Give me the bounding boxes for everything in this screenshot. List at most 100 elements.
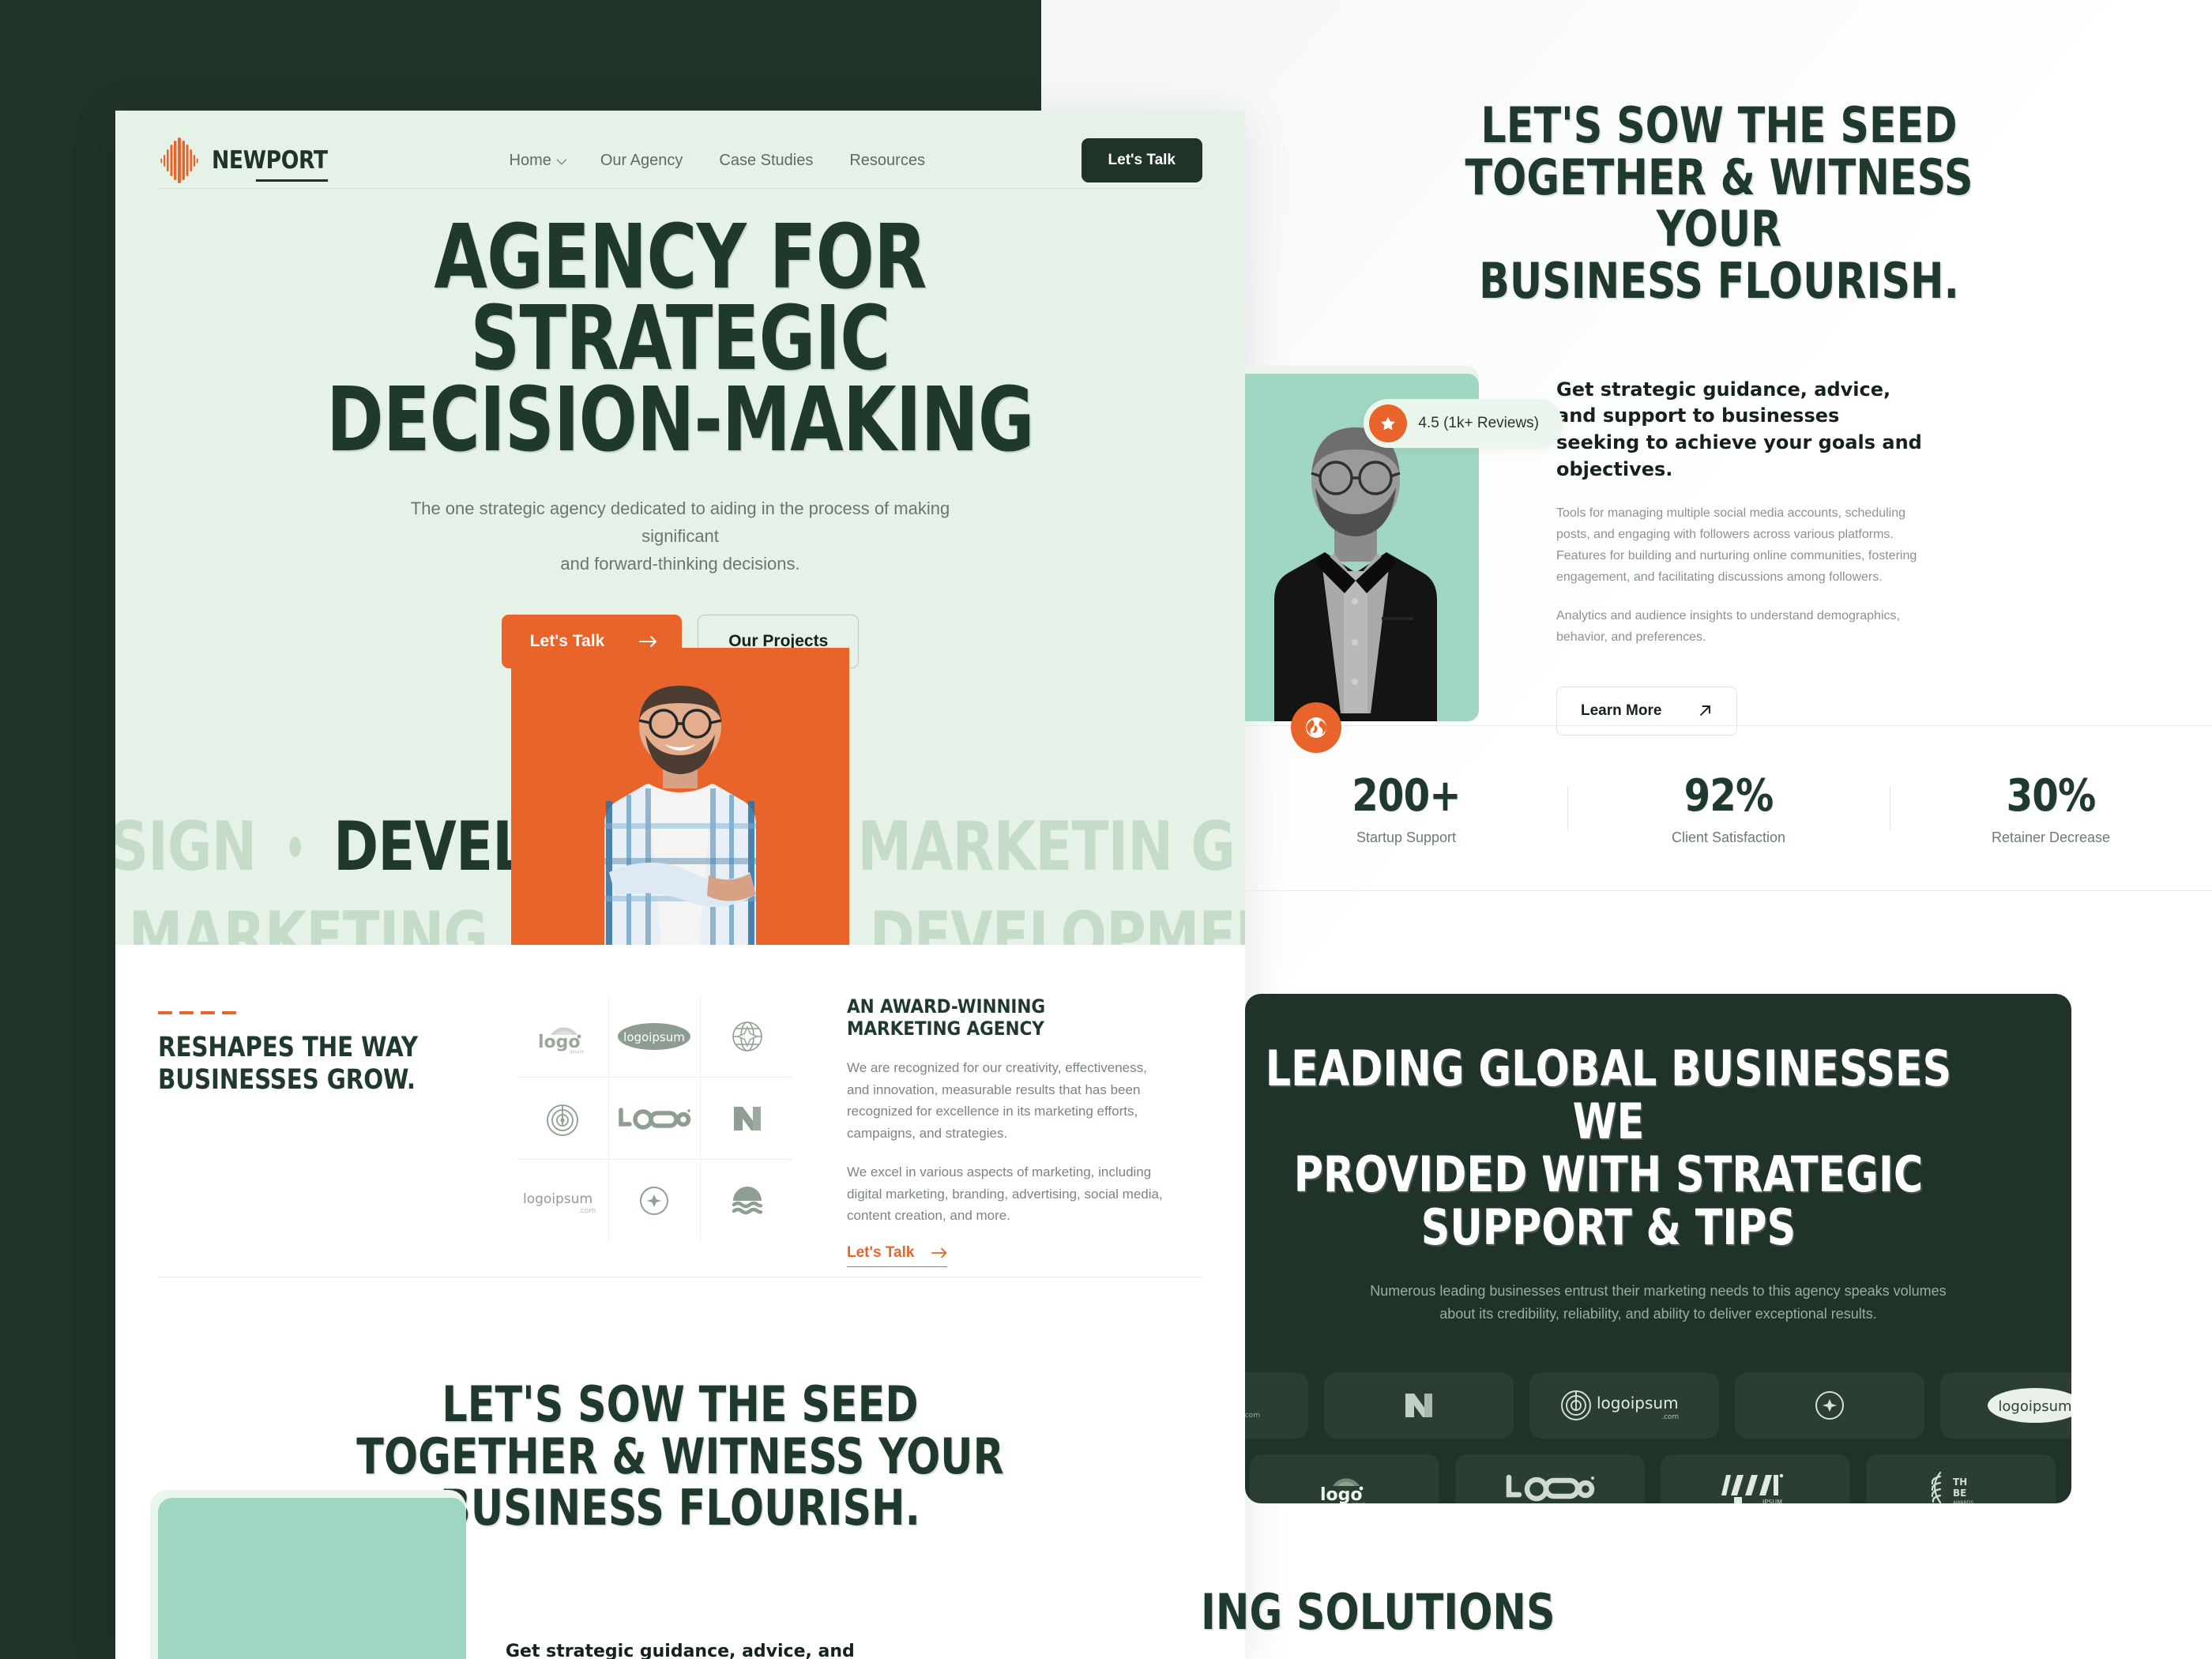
logoipsum-dotcom-wordmark: oipsum .com [1245,1412,1260,1420]
stat-value: 30% [2006,770,2097,822]
partner-logo-cell[interactable]: logoipsum .com [517,1160,609,1242]
svg-text:IPSUM: IPSUM [1762,1499,1782,1503]
page-canvas: NEWPORT Home Our Agency Case Studies Res… [0,0,2212,1659]
dash-icon [222,1011,236,1014]
award-paragraph-1: We are recognized for our creativity, ef… [847,1060,1147,1141]
nav-lets-talk-button[interactable]: Let's Talk [1081,138,1202,182]
award-title: AN AWARD-WINNING MARKETING AGENCY [847,995,1046,1040]
sun-waves-icon [732,1187,762,1215]
hero-subtitle: The one strategic agency dedicated to ai… [388,495,972,578]
partner-logo-cell[interactable]: logo ipsum [517,995,609,1078]
dark-logo-pill[interactable]: logoipsum [1940,1372,2071,1439]
sow-title-line-1: LET'S SOW THE SEED [442,1375,919,1433]
navbar-divider [158,188,1202,189]
partner-logo-cell[interactable] [517,1078,609,1160]
dark-logo-pill[interactable]: oipsum .com [1245,1372,1308,1439]
dark-card-title-line-2: PROVIDED WITH STRATEGIC SUPPORT & TIPS [1293,1145,1924,1256]
partner-logo-cell[interactable] [701,995,793,1078]
left-page-panel: NEWPORT Home Our Agency Case Studies Res… [115,111,1245,1659]
partners-and-award-section: RESHAPES THE WAY BUSINESSES GROW. logo i… [115,945,1245,1277]
rating-badge[interactable]: 4.5 (1k+ Reviews) [1364,398,1563,448]
partner-logo-cell[interactable] [701,1078,793,1160]
spiral-target-icon [546,1104,578,1136]
dark-card-subtitle: Numerous leading businesses entrust thei… [1342,1280,1974,1326]
marquee-word: DESIGN [115,807,257,886]
nav-item-case-studies[interactable]: Case Studies [719,152,813,170]
hero-title-line-1: AGENCY FOR STRATEGIC [434,206,927,391]
stat-label: Client Satisfaction [1671,830,1786,845]
globe-icon [1306,717,1326,738]
partner-logo-cell[interactable] [608,1078,702,1160]
reshapes-heading-line-1: RESHAPES THE WAY [158,1032,418,1063]
nav-item-resources[interactable]: Resources [849,152,925,170]
nav-item-our-agency[interactable]: Our Agency [600,152,683,170]
award-lets-talk-link[interactable]: Let's Talk [847,1243,948,1267]
right-panel-paragraph-1: Tools for managing multiple social media… [1556,506,1917,584]
dark-backdrop-left [0,0,115,1659]
svg-text:logo: logo [1320,1485,1363,1503]
dark-card-logo-rows: oipsum .com [1245,1372,2071,1503]
stat-label: Startup Support [1356,830,1457,845]
award-paragraph-2: We excel in various aspects of marketing… [847,1164,1163,1224]
dark-card-subtitle-line-2: about its credibility, reliability, and … [1439,1305,1877,1322]
arrow-up-right-icon [1700,705,1711,716]
arrow-right-icon [639,635,657,647]
n-monogram-icon [1405,1394,1432,1418]
reshapes-heading-line-2: BUSINESSES GROW. [158,1063,416,1096]
svg-text:.com: .com [1661,1413,1679,1421]
right-panel-paragraph-2: Analytics and audience insights to under… [1556,608,1900,644]
bars-ipsum-logo: IPSUM [1721,1474,1784,1503]
stat-item: 200+ Startup Support [1245,770,1567,846]
logo-ipsum-arc-icon: logo ipsum [1320,1478,1366,1503]
advisor-photo-card: 4.5 (1k+ Reviews) [1245,365,1563,753]
dark-logo-pill[interactable]: TH BE AWARDS [1866,1454,2056,1503]
dark-logo-pill[interactable] [1324,1372,1514,1439]
svg-text:logoipsum: logoipsum [624,1030,686,1044]
globe-sparkle-icon [732,1021,762,1051]
looo-wordmark-logo [619,1107,691,1130]
partner-logo-cell[interactable] [609,1160,702,1242]
nav-item-home[interactable]: Home [510,152,567,170]
dark-logo-pill[interactable]: logoipsum .com [1529,1372,1719,1439]
right-panel-title: LET'S SOW THE SEED TOGETHER & WITNESS YO… [1428,100,2011,307]
dark-card-logo-row-2: & logoipsum logo ipsum [1245,1454,2071,1503]
partner-logo-cell[interactable] [701,1160,793,1242]
right-panel-lead: Get strategic guidance, advice, and supp… [1556,378,1922,480]
hero-subtitle-line-2: and forward-thinking decisions. [560,554,800,574]
dark-logo-pill[interactable] [1455,1454,1645,1503]
reshapes-heading-block: RESHAPES THE WAY BUSINESSES GROW. [158,989,490,1277]
svg-text:BE: BE [1953,1488,1966,1499]
bottom-cutoff-heading: ING SOLUTIONS [1201,1583,1556,1641]
dash-accent [158,1011,490,1014]
partner-logo-cell[interactable]: logoipsum [608,995,702,1078]
reshapes-heading: RESHAPES THE WAY BUSINESSES GROW. [158,1032,437,1096]
rating-badge-text: 4.5 (1k+ Reviews) [1418,414,1539,431]
dark-logo-pill[interactable]: logo ipsum [1250,1454,1439,1503]
learn-more-label: Learn More [1581,702,1662,719]
nav-links: Home Our Agency Case Studies Resources [510,152,925,170]
sow-teal-card [150,1490,466,1659]
dark-logo-pill[interactable]: IPSUM [1661,1454,1850,1503]
globe-badge [1291,702,1341,753]
stat-value: 92% [1683,770,1774,822]
marquee-word: DEVELOPMENT [869,897,1245,945]
infinity-sparkle-icon [640,1187,669,1215]
stats-strip: 200+ Startup Support 92% Client Satisfac… [1245,725,2212,891]
navbar: NEWPORT Home Our Agency Case Studies Res… [115,111,1245,188]
svg-text:AWARDS: AWARDS [1953,1500,1973,1503]
stat-item: 92% Client Satisfaction [1567,770,1890,846]
infinity-sparkle-icon [1815,1391,1844,1420]
dark-logo-pill[interactable] [1735,1372,1924,1439]
svg-text:.com: .com [578,1207,596,1215]
right-panel-title-line-1: LET'S SOW THE SEED [1480,96,1958,154]
brand-logo[interactable]: NEWPORT [158,136,347,185]
dark-card-title: LEADING GLOBAL BUSINESSES WE PROVIDED WI… [1245,1042,1984,1256]
dash-icon [179,1011,194,1014]
stat-label: Retainer Decrease [1991,830,2111,845]
award-lets-talk-label: Let's Talk [847,1243,915,1261]
svg-text:logoipsum: logoipsum [1597,1394,1679,1413]
global-businesses-card: LEADING GLOBAL BUSINESSES WE PROVIDED WI… [1245,994,2071,1503]
svg-text:logoipsum: logoipsum [1998,1398,2071,1415]
right-panel-body: 4.5 (1k+ Reviews) Get strategic guidance… [1245,365,2212,753]
svg-text:TH: TH [1953,1477,1967,1488]
